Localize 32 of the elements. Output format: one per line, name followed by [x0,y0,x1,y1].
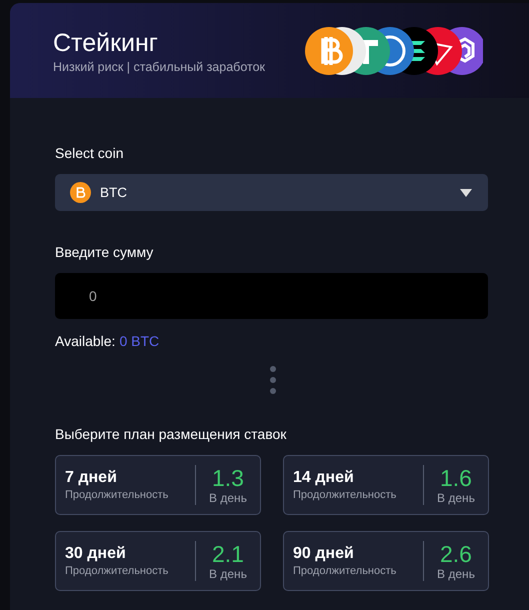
plan-duration: 30 дней [65,545,127,563]
select-coin-label: Select coin [55,145,124,161]
daily-rate: 2.6 [439,541,473,567]
available-label: Available: [55,333,116,349]
duration-caption: Продолжительность [65,489,170,501]
plan-card[interactable]: 7 дней Продолжительность 1.3 В день [55,455,261,515]
rate-caption: В день [436,491,476,505]
daily-rate: 1.3 [211,465,245,491]
daily-rate: 2.1 [211,541,245,567]
plan-card[interactable]: 90 дней Продолжительность 2.6 В день [283,531,489,591]
page-title: Стейкинг [53,28,159,58]
rate-caption: В день [208,567,248,581]
duration-caption: Продолжительность [65,565,170,577]
plan-duration: 14 дней [293,469,355,487]
plans-heading: Выберите план размещения ставок [55,426,288,442]
more-icon[interactable] [270,366,276,394]
plan-card[interactable]: 14 дней Продолжительность 1.6 В день [283,455,489,515]
caret-icon [460,188,472,196]
bitcoin-icon [70,182,91,203]
available-balance: 0 BTC [119,333,160,349]
plan-duration: 90 дней [293,545,355,563]
page-subtitle: Низкий риск | стабильный заработок [53,60,266,74]
rate-caption: В день [208,491,248,505]
duration-caption: Продолжительность [293,489,398,501]
coin-dropdown[interactable]: BTC [55,174,488,211]
duration-caption: Продолжительность [293,565,398,577]
amount-input-field[interactable]: 0 [55,273,488,319]
rate-caption: В день [436,567,476,581]
plan-card[interactable]: 30 дней Продолжительность 2.1 В день [55,531,261,591]
plan-duration: 7 дней [65,469,118,487]
daily-rate: 1.6 [439,465,473,491]
amount-label: Введите сумму [55,244,154,260]
